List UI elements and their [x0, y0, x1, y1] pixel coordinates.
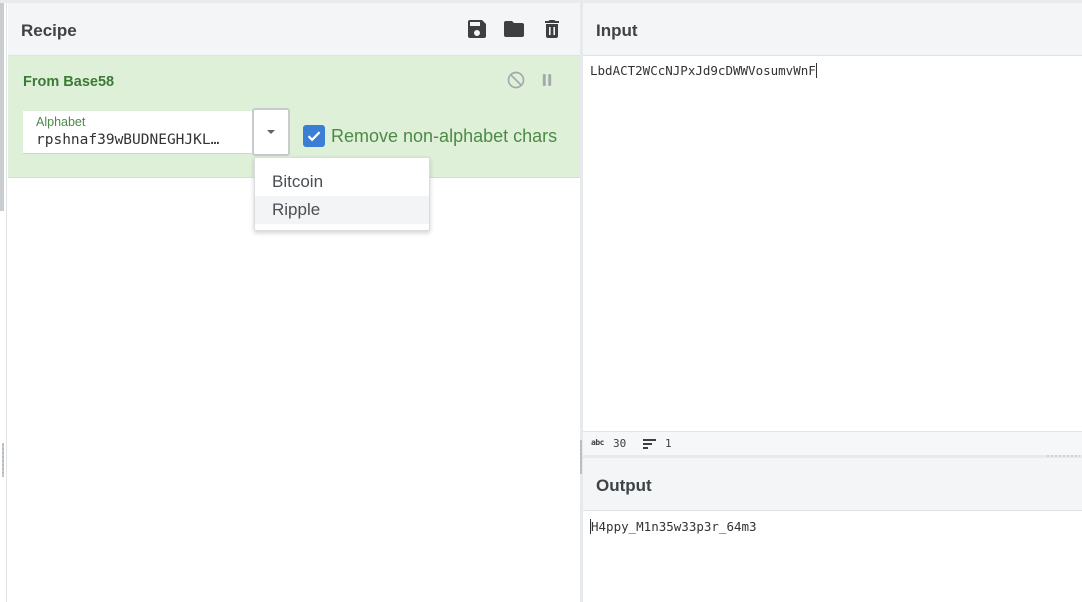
save-icon[interactable]: [465, 17, 489, 41]
dropdown-option-bitcoin[interactable]: Bitcoin: [255, 168, 429, 196]
operation-title: From Base58: [23, 74, 115, 90]
divider-grip[interactable]: [580, 440, 582, 474]
input-status-bar: abc 30 1: [583, 431, 1082, 455]
output-title: Output: [596, 476, 652, 495]
input-header: Input: [583, 3, 1082, 56]
lines-icon: [643, 439, 656, 449]
checkmark-icon: [307, 131, 321, 142]
output-textarea[interactable]: H4ppy_M1n35w33p3r_64m3: [590, 519, 757, 534]
field-underline: [23, 153, 252, 154]
disable-icon[interactable]: [506, 70, 526, 90]
text-cursor: [815, 63, 817, 78]
abc-icon: abc: [591, 438, 604, 447]
alphabet-field[interactable]: Alphabet rpshnaf39wBUDNEGHJKL…: [23, 111, 252, 154]
alphabet-dropdown-button[interactable]: [252, 108, 290, 156]
remove-non-alphabet-label[interactable]: Remove non-alphabet chars: [331, 126, 557, 147]
resize-handle[interactable]: [2, 443, 4, 477]
folder-icon[interactable]: [502, 17, 526, 41]
left-gutter: [0, 3, 7, 602]
io-divider-grip[interactable]: [1046, 455, 1080, 457]
input-textarea[interactable]: LbdACT2WCcNJPxJd9cDWWVosumvWnF: [590, 63, 817, 78]
alphabet-label: Alphabet: [36, 115, 86, 129]
output-header: Output: [583, 458, 1082, 511]
recipe-header: Recipe: [8, 3, 580, 56]
alphabet-dropdown-menu: Bitcoin Ripple: [254, 157, 430, 231]
input-line-count: 1: [665, 437, 672, 450]
alphabet-input[interactable]: rpshnaf39wBUDNEGHJKL…: [36, 132, 248, 148]
output-panel: Output H4ppy_M1n35w33p3r_64m3: [583, 458, 1082, 602]
scrollbar-thumb[interactable]: [0, 3, 4, 211]
input-text: LbdACT2WCcNJPxJd9cDWWVosumvWnF: [590, 63, 816, 78]
recipe-title: Recipe: [21, 21, 77, 40]
input-length: 30: [613, 437, 627, 450]
input-panel: Input LbdACT2WCcNJPxJd9cDWWVosumvWnF abc…: [583, 0, 1082, 458]
output-text: H4ppy_M1n35w33p3r_64m3: [591, 519, 757, 534]
pause-icon[interactable]: [537, 70, 557, 90]
dropdown-option-ripple[interactable]: Ripple: [255, 196, 429, 224]
remove-non-alphabet-checkbox[interactable]: [303, 125, 325, 147]
input-title: Input: [596, 21, 638, 40]
recipe-panel: Recipe From Base58 Alphabet rpshnaf39wBU…: [0, 0, 580, 602]
caret-down-icon: [267, 130, 275, 134]
cyberchef-app: Recipe From Base58 Alphabet rpshnaf39wBU…: [0, 0, 1082, 602]
trash-icon[interactable]: [540, 17, 564, 41]
